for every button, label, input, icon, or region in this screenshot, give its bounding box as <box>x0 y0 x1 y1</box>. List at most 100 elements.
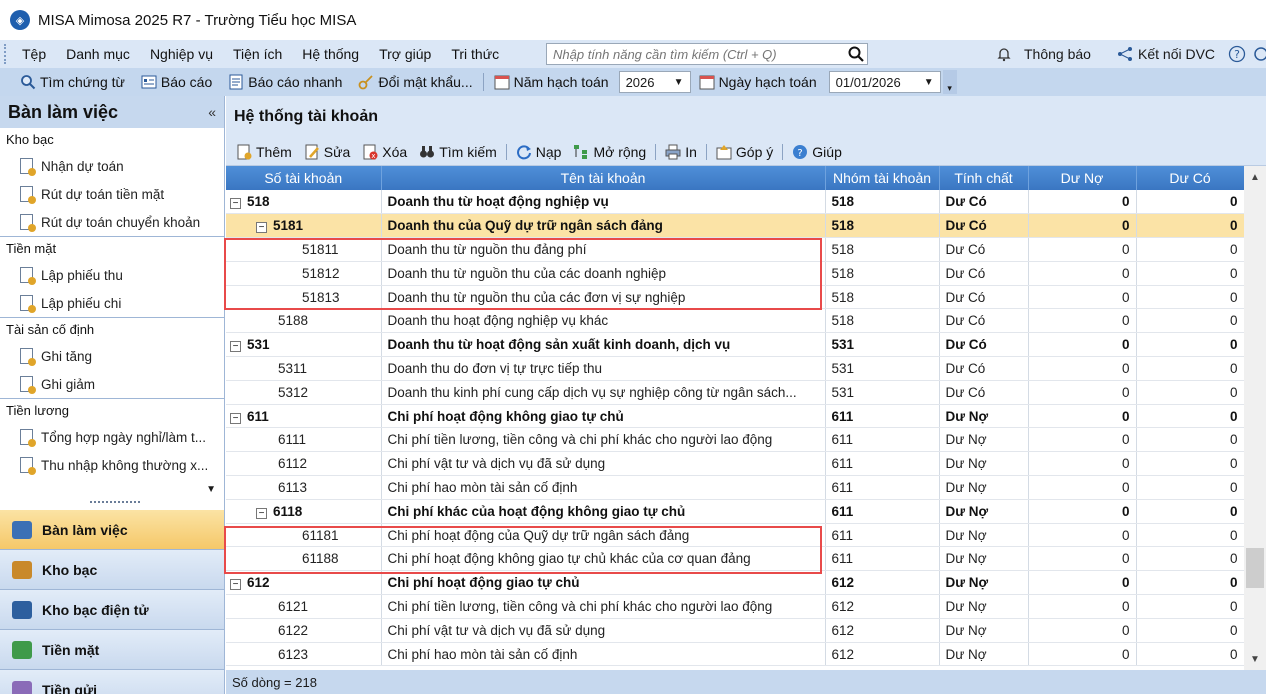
cell-nature[interactable]: Dư Có <box>939 237 1029 262</box>
cell-credit[interactable]: 0 <box>1136 427 1245 453</box>
cell-account-number[interactable]: −5181 <box>226 213 382 239</box>
menu-help[interactable]: Trợ giúp <box>369 46 441 62</box>
cell-credit[interactable]: 0 <box>1136 190 1245 215</box>
cell-account-number[interactable]: 51811 <box>226 237 382 262</box>
cell-account-name[interactable]: Doanh thu do đơn vị tự trực tiếp thu <box>381 356 826 381</box>
table-row[interactable]: 51811 Doanh thu từ nguồn thu đảng phí 518 D… <box>226 237 1245 262</box>
cell-account-number[interactable]: 6121 <box>226 594 382 619</box>
table-row[interactable]: 6113 Chi phí hao mòn tài sản cố định 611 Dư… <box>226 475 1245 500</box>
cell-debit[interactable]: 0 <box>1028 356 1137 381</box>
cell-account-name[interactable]: Doanh thu từ nguồn thu của các đơn vị sự… <box>381 285 826 310</box>
table-row[interactable]: 6121 Chi phí tiền lương, tiền công và chi… <box>226 594 1245 619</box>
item-payment[interactable]: Lập phiếu chi <box>0 289 224 317</box>
reload-button[interactable]: Nạp <box>510 144 568 160</box>
cell-account-group[interactable]: 612 <box>825 618 940 643</box>
cell-debit[interactable]: 0 <box>1028 546 1137 572</box>
cell-nature[interactable]: Dư Có <box>939 380 1029 405</box>
cell-debit[interactable]: 0 <box>1028 499 1137 524</box>
cell-credit[interactable]: 0 <box>1136 404 1245 429</box>
nav-cash[interactable]: Tiền mặt <box>0 630 224 670</box>
table-row[interactable]: 6111 Chi phí tiền lương, tiền công và chi… <box>226 427 1245 453</box>
cell-credit[interactable]: 0 <box>1136 451 1245 477</box>
cell-debit[interactable]: 0 <box>1028 190 1137 215</box>
scroll-up-icon[interactable]: ▲ <box>1244 166 1266 188</box>
cell-nature[interactable]: Dư Nợ <box>939 570 1029 596</box>
cell-account-group[interactable]: 611 <box>825 427 940 453</box>
cell-debit[interactable]: 0 <box>1028 427 1137 453</box>
cell-account-name[interactable]: Chi phí tiền lương, tiền công và chi phí… <box>381 427 826 453</box>
cell-debit[interactable]: 0 <box>1028 308 1137 334</box>
cell-credit[interactable]: 0 <box>1136 642 1245 667</box>
nav-e-treasury[interactable]: Kho bạc điện tử <box>0 590 224 630</box>
nav-deposit[interactable]: Tiền gửi <box>0 670 224 694</box>
cell-account-number[interactable]: 6111 <box>226 427 382 453</box>
cell-account-group[interactable]: 611 <box>825 523 940 548</box>
cell-nature[interactable]: Dư Nợ <box>939 594 1029 619</box>
add-button[interactable]: Thêm <box>230 144 298 160</box>
cell-account-number[interactable]: 6113 <box>226 475 382 500</box>
cell-account-name[interactable]: Doanh thu từ nguồn thu của các doanh ngh… <box>381 261 826 286</box>
delete-button[interactable]: x Xóa <box>356 144 413 160</box>
settings-gear-icon[interactable] <box>1252 40 1266 68</box>
collapse-toggle-icon[interactable]: − <box>230 198 241 210</box>
cell-debit[interactable]: 0 <box>1028 285 1137 310</box>
cell-credit[interactable]: 0 <box>1136 332 1245 358</box>
cell-account-group[interactable]: 531 <box>825 380 940 405</box>
collapse-toggle-icon[interactable]: − <box>230 412 241 424</box>
cell-nature[interactable]: Dư Có <box>939 190 1029 215</box>
cell-nature[interactable]: Dư Có <box>939 356 1029 381</box>
table-row[interactable]: 6123 Chi phí hao mòn tài sản cố định 612 Dư… <box>226 642 1245 667</box>
table-row[interactable]: 6122 Chi phí vật tư và dịch vụ đã sử dụng… <box>226 618 1245 643</box>
cell-account-name[interactable]: Doanh thu hoạt động nghiệp vụ khác <box>381 308 826 334</box>
cell-account-group[interactable]: 518 <box>825 237 940 262</box>
cell-account-number[interactable]: −6118 <box>226 499 382 524</box>
collapse-icon[interactable]: « <box>208 104 216 120</box>
scroll-thumb[interactable] <box>1246 548 1264 588</box>
cell-account-number[interactable]: 5312 <box>226 380 382 405</box>
expand-button[interactable]: Mở rộng <box>567 144 652 160</box>
cell-debit[interactable]: 0 <box>1028 237 1137 262</box>
help-button[interactable]: ? Giúp <box>786 144 848 160</box>
search-icon[interactable] <box>845 44 867 64</box>
cell-account-name[interactable]: Chi phí vật tư và dịch vụ đã sử dụng <box>381 618 826 643</box>
item-asset-decrease[interactable]: Ghi giảm <box>0 370 224 398</box>
notifications-button[interactable]: Thông báo <box>996 40 1091 68</box>
cell-debit[interactable]: 0 <box>1028 642 1137 667</box>
help-circle-icon[interactable]: ? <box>1228 40 1246 68</box>
cell-credit[interactable]: 0 <box>1136 618 1245 643</box>
cell-account-number[interactable]: 51813 <box>226 285 382 310</box>
cell-debit[interactable]: 0 <box>1028 261 1137 286</box>
connect-dvc-button[interactable]: Kết nối DVC <box>1116 40 1215 68</box>
collapse-toggle-icon[interactable]: − <box>230 341 241 353</box>
cell-credit[interactable]: 0 <box>1136 285 1245 310</box>
item-receive-estimate[interactable]: Nhận dự toán <box>0 152 224 180</box>
cell-nature[interactable]: Dư Nợ <box>939 475 1029 500</box>
cell-nature[interactable]: Dư Nợ <box>939 642 1029 667</box>
cell-nature[interactable]: Dư Nợ <box>939 427 1029 453</box>
cell-account-number[interactable]: 51812 <box>226 261 382 286</box>
cell-account-number[interactable]: 6123 <box>226 642 382 667</box>
table-row[interactable]: −611 Chi phí hoạt động không giao tự chủ 6… <box>226 404 1245 429</box>
cell-account-group[interactable]: 611 <box>825 475 940 500</box>
cell-account-group[interactable]: 531 <box>825 356 940 381</box>
cell-credit[interactable]: 0 <box>1136 356 1245 381</box>
splitter-grip[interactable] <box>90 501 140 503</box>
cell-credit[interactable]: 0 <box>1136 261 1245 286</box>
cell-account-name[interactable]: Doanh thu từ hoạt động nghiệp vụ <box>381 190 826 215</box>
item-asset-increase[interactable]: Ghi tăng <box>0 342 224 370</box>
cell-account-number[interactable]: −612 <box>226 570 382 596</box>
cell-credit[interactable]: 0 <box>1136 475 1245 500</box>
cell-account-group[interactable]: 531 <box>825 332 940 358</box>
col-debit[interactable]: Dư Nợ <box>1028 166 1137 190</box>
cell-account-name[interactable]: Chi phí hoạt động không giao tự chủ <box>381 404 826 429</box>
cell-debit[interactable]: 0 <box>1028 332 1137 358</box>
posting-date-select[interactable]: 01/01/2026 ▼ <box>828 71 941 93</box>
cell-debit[interactable]: 0 <box>1028 380 1137 405</box>
col-account-group[interactable]: Nhóm tài khoản <box>825 166 940 190</box>
menu-file[interactable]: Tệp <box>12 46 56 62</box>
cell-account-number[interactable]: 6112 <box>226 451 382 477</box>
cell-account-name[interactable]: Doanh thu kinh phí cung cấp dịch vụ sự n… <box>381 380 826 405</box>
cell-account-group[interactable]: 611 <box>825 546 940 572</box>
cell-account-group[interactable]: 611 <box>825 404 940 429</box>
cell-credit[interactable]: 0 <box>1136 380 1245 405</box>
